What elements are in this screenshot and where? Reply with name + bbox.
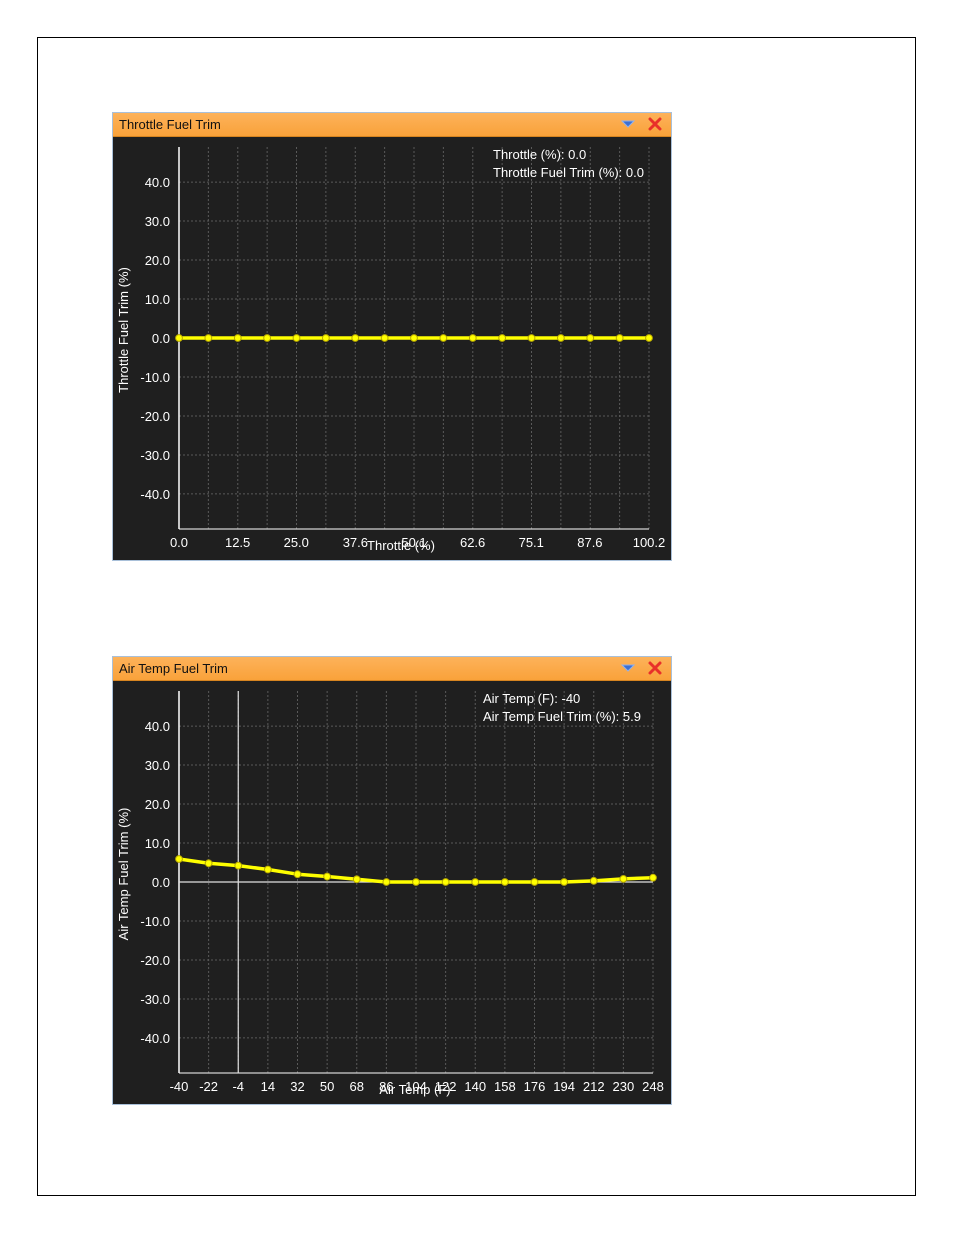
x-tick-label: -4 <box>232 1079 244 1094</box>
y-tick-label: -30.0 <box>140 448 170 463</box>
data-point[interactable] <box>649 873 657 882</box>
air-temp-fuel-trim-panel: Air Temp Fuel Trim 40.0 30.0 20.0 10.0 0.0 -1… <box>112 656 672 1105</box>
data-point[interactable] <box>204 859 213 868</box>
data-point[interactable] <box>586 334 595 342</box>
x-tick-label: 14 <box>261 1079 275 1094</box>
y-tick-label: 20.0 <box>145 253 170 268</box>
x-tick-label: 194 <box>553 1079 575 1094</box>
air-temp-fuel-trim-chart: 40.0 30.0 20.0 10.0 0.0 -10.0 -20.0 -30.0 -40.0 -… <box>116 691 664 1097</box>
x-tick-label: 25.0 <box>284 535 309 550</box>
y-tick-label: 40.0 <box>145 175 170 190</box>
x-tick-label: -40 <box>170 1079 189 1094</box>
data-point[interactable] <box>352 875 361 884</box>
data-point[interactable] <box>233 334 242 342</box>
x-axis-title: Throttle (%) <box>367 538 435 553</box>
close-icon[interactable] <box>646 115 664 133</box>
panel-title: Throttle Fuel Trim <box>119 117 221 132</box>
throttle-fuel-trim-chart: 40.0 30.0 20.0 10.0 0.0 -10.0 -20.0 -30.0 -40.0 0… <box>116 147 666 553</box>
x-axis-title: Air Temp (F) <box>379 1082 450 1097</box>
x-tick-label: 50 <box>320 1079 334 1094</box>
data-point[interactable] <box>500 878 509 886</box>
data-point[interactable] <box>556 334 565 342</box>
y-tick-label: 30.0 <box>145 758 170 773</box>
x-readout: Air Temp (F): -40 <box>483 691 580 706</box>
data-point[interactable] <box>527 334 536 342</box>
panel-title: Air Temp Fuel Trim <box>119 661 228 676</box>
data-point[interactable] <box>589 876 598 885</box>
data-point[interactable] <box>619 874 628 883</box>
y-tick-label: -30.0 <box>140 992 170 1007</box>
y-tick-label: 0.0 <box>152 331 170 346</box>
data-point[interactable] <box>292 334 301 342</box>
x-tick-label: 176 <box>524 1079 546 1094</box>
x-tick-label: 248 <box>642 1079 664 1094</box>
close-icon[interactable] <box>646 659 664 677</box>
x-tick-label: 68 <box>350 1079 364 1094</box>
y-tick-label: -40.0 <box>140 487 170 502</box>
data-point[interactable] <box>615 334 624 342</box>
data-point[interactable] <box>323 872 332 881</box>
data-point[interactable] <box>439 334 448 342</box>
data-point[interactable] <box>471 878 480 886</box>
y-readout: Throttle Fuel Trim (%): 0.0 <box>493 165 644 180</box>
data-point[interactable] <box>560 878 569 886</box>
data-point[interactable] <box>412 878 420 886</box>
x-readout: Throttle (%): 0.0 <box>493 147 586 162</box>
x-tick-label: 0.0 <box>170 535 188 550</box>
y-tick-label: 10.0 <box>145 292 170 307</box>
x-tick-label: 212 <box>583 1079 605 1094</box>
y-axis-title: Throttle Fuel Trim (%) <box>116 267 131 393</box>
data-point[interactable] <box>441 878 450 886</box>
data-point[interactable] <box>468 334 477 342</box>
data-point[interactable] <box>645 334 653 342</box>
y-tick-label: 20.0 <box>145 797 170 812</box>
panel-header[interactable]: Throttle Fuel Trim <box>113 113 671 137</box>
y-tick-label: -20.0 <box>140 409 170 424</box>
y-tick-label: 40.0 <box>145 719 170 734</box>
throttle-fuel-trim-panel: Throttle Fuel Trim 40.0 30.0 20.0 10.0 0.0 -1… <box>112 112 672 561</box>
chevron-down-icon[interactable] <box>619 659 637 677</box>
x-tick-label: 158 <box>494 1079 516 1094</box>
data-point[interactable] <box>498 334 507 342</box>
x-tick-label: 12.5 <box>225 535 250 550</box>
data-point[interactable] <box>175 334 183 342</box>
x-tick-label: 230 <box>613 1079 635 1094</box>
data-point[interactable] <box>175 855 183 863</box>
data-point[interactable] <box>410 334 418 342</box>
x-tick-label: 32 <box>290 1079 304 1094</box>
chevron-down-icon[interactable] <box>619 115 637 133</box>
y-tick-label: -10.0 <box>140 914 170 929</box>
y-readout: Air Temp Fuel Trim (%): 5.9 <box>483 709 641 724</box>
data-point[interactable] <box>263 334 272 342</box>
data-point[interactable] <box>293 870 302 879</box>
y-tick-label: -20.0 <box>140 953 170 968</box>
y-tick-label: -10.0 <box>140 370 170 385</box>
x-tick-label: -22 <box>199 1079 218 1094</box>
x-tick-label: 75.1 <box>519 535 544 550</box>
panel-header[interactable]: Air Temp Fuel Trim <box>113 657 671 681</box>
y-tick-label: 10.0 <box>145 836 170 851</box>
data-point[interactable] <box>263 865 272 874</box>
x-tick-label: 87.6 <box>577 535 602 550</box>
data-point[interactable] <box>530 878 539 886</box>
data-point[interactable] <box>382 878 391 886</box>
data-point[interactable] <box>351 334 360 342</box>
data-point[interactable] <box>380 334 389 342</box>
data-point[interactable] <box>234 861 243 870</box>
y-tick-label: 0.0 <box>152 875 170 890</box>
y-tick-label: 30.0 <box>145 214 170 229</box>
x-tick-label: 140 <box>464 1079 486 1094</box>
y-axis-title: Air Temp Fuel Trim (%) <box>116 808 131 941</box>
x-tick-label: 37.6 <box>343 535 368 550</box>
x-tick-label: 62.6 <box>460 535 485 550</box>
data-point[interactable] <box>321 334 330 342</box>
x-tick-label: 100.2 <box>633 535 666 550</box>
y-tick-label: -40.0 <box>140 1031 170 1046</box>
data-point[interactable] <box>204 334 213 342</box>
